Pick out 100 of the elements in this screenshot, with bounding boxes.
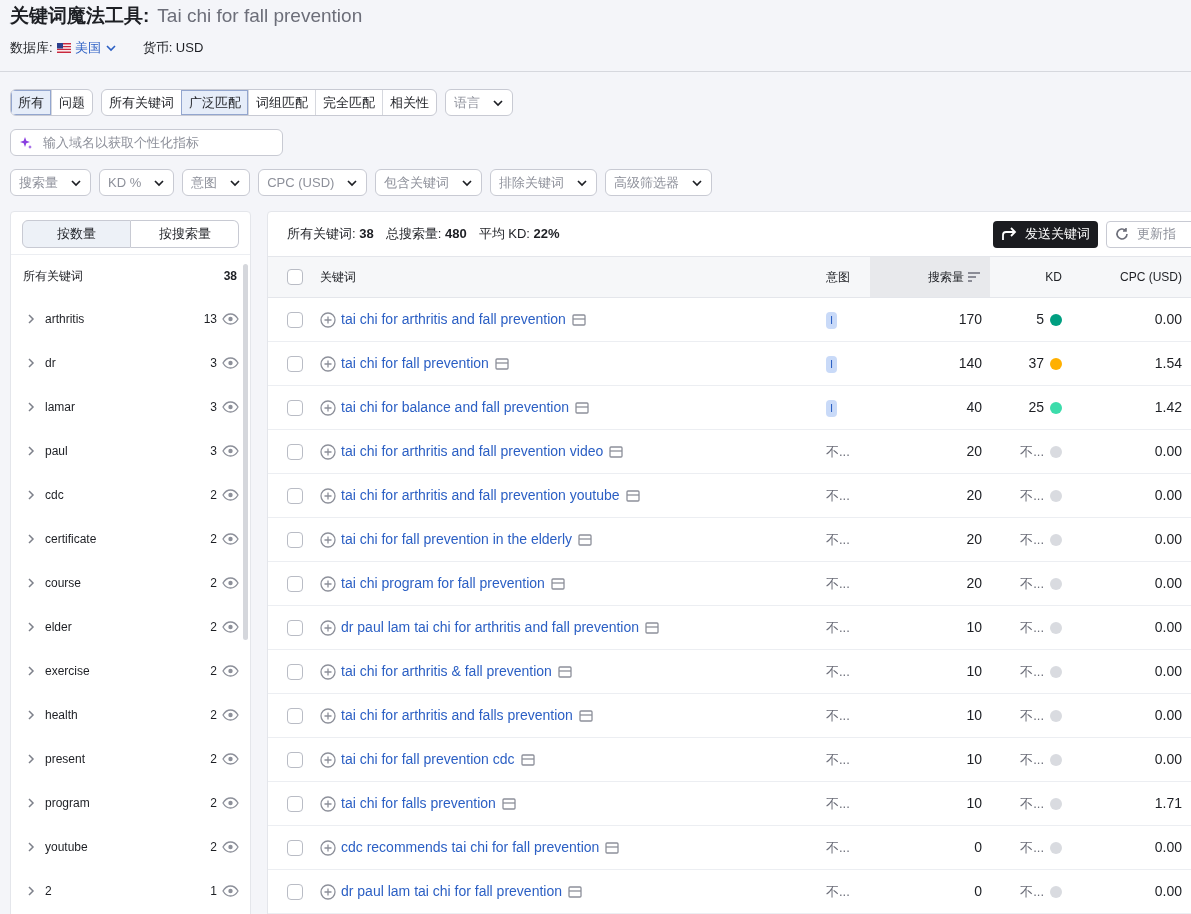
eye-icon[interactable] [222,841,239,853]
chevron-right-icon[interactable] [27,402,35,412]
add-icon[interactable] [320,663,336,680]
add-icon[interactable] [320,311,336,328]
keyword-link[interactable]: tai chi for fall prevention in the elderly [341,529,573,550]
group-name[interactable]: exercise [45,662,211,680]
chevron-right-icon[interactable] [27,490,35,500]
filter-tab[interactable]: 词组匹配 [248,90,315,115]
filter-tab[interactable]: 相关性 [382,90,436,115]
group-name[interactable]: present [45,750,211,768]
checkbox[interactable] [287,311,303,328]
add-icon[interactable] [320,355,336,372]
filter-tab[interactable]: 完全匹配 [315,90,382,115]
keyword-link[interactable]: tai chi for falls prevention [341,793,496,814]
group-name[interactable]: elder [45,618,211,636]
chevron-right-icon[interactable] [27,314,35,324]
add-icon[interactable] [320,443,336,460]
serp-icon[interactable] [578,533,593,546]
filter-tab[interactable]: 所有关键词 [102,90,181,115]
add-icon[interactable] [320,707,336,724]
keyword-link[interactable]: dr paul lam tai chi for fall prevention [341,881,562,902]
add-icon[interactable] [320,487,336,504]
sort-tab[interactable]: 按数量 [22,220,131,248]
keyword-link[interactable]: tai chi for balance and fall prevention [341,397,570,418]
group-name[interactable]: youtube [45,838,211,856]
serp-icon[interactable] [625,489,640,502]
checkbox[interactable] [287,269,303,285]
eye-icon[interactable] [222,489,239,501]
group-name[interactable]: course [45,574,211,592]
keyword-link[interactable]: tai chi for arthritis & fall prevention [341,661,552,682]
keyword-link[interactable]: tai chi for arthritis and fall prevention youtube [341,485,620,506]
eye-icon[interactable] [222,621,239,633]
chevron-right-icon[interactable] [27,754,35,764]
serp-icon[interactable] [571,313,586,326]
keyword-link[interactable]: tai chi for fall prevention cdc [341,749,515,770]
chevron-right-icon[interactable] [27,710,35,720]
group-name[interactable]: dr [45,354,211,372]
chevron-right-icon[interactable] [27,842,35,852]
checkbox[interactable] [287,619,303,636]
group-name[interactable]: paul [45,442,211,460]
eye-icon[interactable] [222,357,239,369]
serp-icon[interactable] [575,401,590,414]
filter-tab[interactable]: 问题 [51,90,92,115]
add-icon[interactable] [320,619,336,636]
serp-icon[interactable] [605,841,620,854]
checkbox[interactable] [287,839,303,856]
group-name[interactable]: program [45,794,211,812]
filter-tab[interactable]: 所有 [11,90,51,115]
keyword-link[interactable]: tai chi for arthritis and fall prevention video [341,441,604,462]
serp-icon[interactable] [494,357,509,370]
serp-icon[interactable] [609,445,624,458]
eye-icon[interactable] [222,533,239,545]
group-name[interactable]: 2 [45,882,211,900]
serp-icon[interactable] [557,665,572,678]
group-name[interactable]: certificate [45,530,211,548]
group-name[interactable]: lamar [45,398,211,416]
add-icon[interactable] [320,399,336,416]
sort-tab[interactable]: 按搜索量 [131,220,239,248]
keyword-link[interactable]: tai chi program for fall prevention [341,573,545,594]
serp-icon[interactable] [550,577,565,590]
checkbox[interactable] [287,399,303,416]
column-header[interactable]: 搜索量 [870,257,990,297]
send-keywords-button[interactable]: 发送关键词 [993,220,1098,248]
database-dropdown[interactable]: 美国 [56,38,117,58]
group-name[interactable]: arthritis [45,310,204,328]
chevron-right-icon[interactable] [27,578,35,588]
eye-icon[interactable] [222,885,239,897]
eye-icon[interactable] [222,753,239,765]
eye-icon[interactable] [222,797,239,809]
checkbox[interactable] [287,663,303,680]
serp-icon[interactable] [501,797,516,810]
add-icon[interactable] [320,795,336,812]
keyword-link[interactable]: dr paul lam tai chi for arthritis and fall prevention [341,617,640,638]
checkbox[interactable] [287,751,303,768]
checkbox[interactable] [287,707,303,724]
chevron-right-icon[interactable] [27,666,35,676]
checkbox[interactable] [287,575,303,592]
domain-input-field[interactable]: 输入域名以获取个性化指标 [10,129,283,156]
serp-icon[interactable] [520,753,535,766]
serp-icon[interactable] [645,621,660,634]
checkbox[interactable] [287,883,303,900]
add-icon[interactable] [320,575,336,592]
serp-icon[interactable] [578,709,593,722]
filter-tab[interactable]: 广泛匹配 [181,90,248,115]
checkbox[interactable] [287,443,303,460]
eye-icon[interactable] [222,577,239,589]
keyword-link[interactable]: tai chi for arthritis and falls prevention [341,705,573,726]
eye-icon[interactable] [222,313,239,325]
add-icon[interactable] [320,883,336,900]
eye-icon[interactable] [222,445,239,457]
chevron-right-icon[interactable] [27,358,35,368]
add-icon[interactable] [320,751,336,768]
checkbox[interactable] [287,531,303,548]
group-name[interactable]: cdc [45,486,211,504]
keyword-link[interactable]: cdc recommends tai chi for fall prevention [341,837,600,858]
checkbox[interactable] [287,795,303,812]
eye-icon[interactable] [222,401,239,413]
group-name[interactable]: health [45,706,211,724]
chevron-right-icon[interactable] [27,622,35,632]
add-icon[interactable] [320,839,336,856]
